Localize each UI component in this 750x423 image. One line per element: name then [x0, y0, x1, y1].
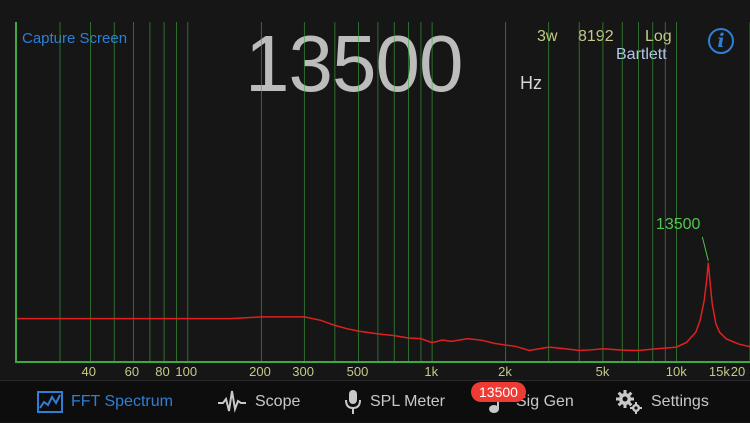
x-tick-label: 20	[730, 364, 746, 379]
spectrum-chart	[17, 22, 750, 361]
sig-gen-frequency-badge: 13500	[471, 382, 526, 402]
tab-scope[interactable]: Scope	[217, 381, 300, 423]
tab-label: Scope	[255, 393, 301, 410]
x-tick-label: 200	[249, 364, 271, 379]
x-tick-label: 100	[175, 364, 198, 379]
tab-bar: FFT Spectrum Scope SPL Meter Sig Gen Set…	[0, 380, 750, 422]
x-tick-label: 40	[81, 364, 96, 379]
tab-settings[interactable]: Settings	[615, 381, 709, 423]
x-tick-label: 1k	[424, 364, 439, 379]
x-tick-label: 10k	[665, 364, 687, 379]
x-tick-label: 60	[124, 364, 140, 379]
peak-frequency-label: 13500	[655, 216, 701, 234]
tab-fft-spectrum[interactable]: FFT Spectrum	[37, 381, 173, 423]
scope-wave-icon	[218, 390, 246, 413]
gears-icon	[616, 390, 642, 414]
tab-spl-meter[interactable]: SPL Meter	[344, 381, 445, 423]
spectrum-plot[interactable]	[15, 22, 750, 363]
fft-spectrum-icon	[37, 391, 63, 413]
x-tick-label: 500	[346, 364, 369, 379]
microphone-icon	[345, 390, 361, 414]
peak-leader-line	[701, 236, 709, 261]
x-tick-label: 5k	[595, 364, 610, 379]
tab-label: Settings	[651, 393, 709, 410]
x-tick-label: 2k	[498, 364, 512, 379]
x-tick-label: 15k	[708, 364, 730, 379]
x-tick-label: 300	[292, 364, 314, 379]
tab-label: FFT Spectrum	[71, 393, 173, 410]
x-tick-label: 80	[155, 364, 170, 379]
tab-label: SPL Meter	[370, 393, 445, 410]
spectrum-trace	[17, 262, 750, 352]
